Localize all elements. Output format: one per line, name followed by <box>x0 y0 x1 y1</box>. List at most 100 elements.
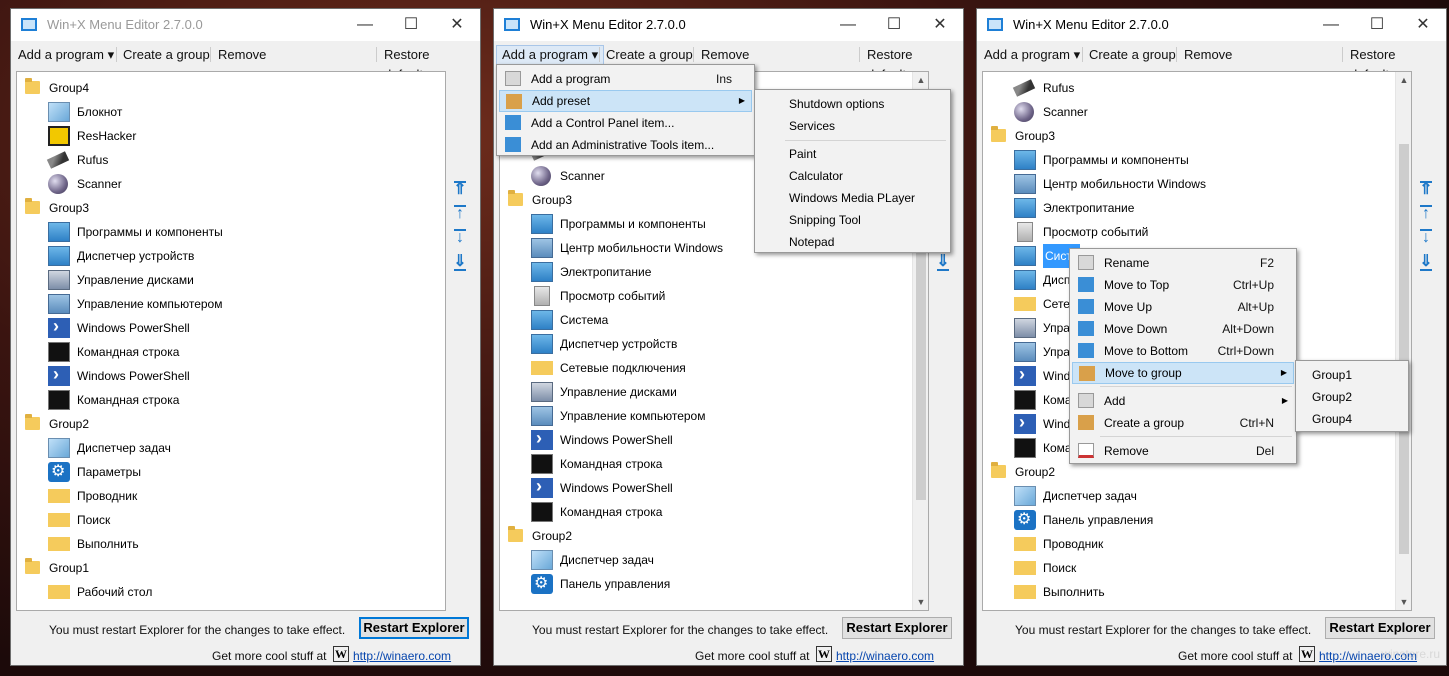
tree-item[interactable]: Диспетчер устройств <box>500 332 910 356</box>
add-program-menu[interactable]: Add a program ▾ <box>13 45 119 65</box>
tree-item[interactable]: Rufus <box>983 76 1393 100</box>
tree-item[interactable]: Сетевые подключения <box>500 356 910 380</box>
preset-item[interactable]: Notepad <box>757 231 948 253</box>
tree-item[interactable]: ResHacker <box>17 124 427 148</box>
create-group-button[interactable]: Create a group <box>1084 45 1181 65</box>
scroll-down-icon[interactable]: ▼ <box>913 594 928 610</box>
maximize-button[interactable]: ☐ <box>1354 9 1400 41</box>
minimize-button[interactable]: — <box>1308 9 1354 41</box>
vertical-scrollbar[interactable]: ▲ ▼ <box>1395 72 1411 610</box>
title-bar[interactable]: Win+X Menu Editor 2.7.0.0 — ☐ ✕ <box>977 9 1446 41</box>
remove-button[interactable]: Remove <box>1179 45 1237 65</box>
tree-item[interactable]: Выполнить <box>983 580 1393 604</box>
move-top-icon[interactable]: ⇑ <box>452 181 468 199</box>
menu-item[interactable]: Add an Administrative Tools item... <box>499 134 752 156</box>
close-button[interactable]: ✕ <box>1400 9 1446 41</box>
maximize-button[interactable]: ☐ <box>871 9 917 41</box>
move-bottom-icon[interactable]: ⇓ <box>1418 253 1434 271</box>
preset-item[interactable]: Services <box>757 115 948 137</box>
tree-item[interactable]: Электропитание <box>500 260 910 284</box>
tree-group[interactable]: Group3 <box>983 124 1393 148</box>
title-bar[interactable]: Win+X Menu Editor 2.7.0.0 — ☐ ✕ <box>11 9 480 41</box>
move-bottom-icon[interactable]: ⇓ <box>452 253 468 271</box>
tree-item[interactable]: Выполнить <box>17 532 427 556</box>
tree-item[interactable]: Windows PowerShell <box>17 362 427 388</box>
tree-group[interactable]: Group1 <box>17 556 427 580</box>
preset-item[interactable]: Shutdown options <box>757 93 948 115</box>
menu-item[interactable]: Remove Del <box>1072 440 1294 462</box>
tree-item[interactable]: Поиск <box>17 508 427 532</box>
restore-defaults-button[interactable]: Restore defaults <box>1345 45 1446 82</box>
add-program-menu[interactable]: Add a program ▾ <box>496 45 605 65</box>
tree-item[interactable]: Командная строка <box>500 500 910 524</box>
preset-item[interactable]: Calculator <box>757 165 948 187</box>
tree-item[interactable]: Электропитание <box>983 196 1393 220</box>
tree-item[interactable]: Проводник <box>17 484 427 508</box>
tree-item[interactable]: Управление компьютером <box>17 292 427 316</box>
remove-button[interactable]: Remove <box>213 45 271 65</box>
group-option[interactable]: Group4 <box>1298 408 1406 430</box>
restart-explorer-button[interactable]: Restart Explorer <box>1325 617 1435 639</box>
tree-item[interactable]: Программы и компоненты <box>17 220 427 244</box>
tree-item[interactable]: Рабочий стол <box>17 580 427 604</box>
tree-item[interactable]: Scanner <box>983 100 1393 124</box>
menu-item[interactable]: Add a Control Panel item... <box>499 112 752 134</box>
move-down-icon[interactable]: ↓ <box>1418 229 1434 247</box>
tree-item[interactable]: Командная строка <box>17 388 427 412</box>
tree-group[interactable]: Group2 <box>17 412 427 436</box>
move-up-icon[interactable]: ↑ <box>452 205 468 223</box>
preset-item[interactable]: Windows Media PLayer <box>757 187 948 209</box>
menu-item[interactable]: Add ▶ <box>1072 390 1294 412</box>
move-bottom-icon[interactable]: ⇓ <box>935 253 951 271</box>
tree-group[interactable]: Group4 <box>17 76 427 100</box>
preset-item[interactable]: Snipping Tool <box>757 209 948 231</box>
tree-view[interactable]: Group4 Блокнот ResHacker Rufus Scanner Group3… <box>16 71 446 611</box>
scroll-thumb[interactable] <box>916 222 926 500</box>
tree-item[interactable]: Управление компьютером <box>500 404 910 428</box>
menu-item[interactable]: Add preset ▶ <box>499 90 752 112</box>
menu-item[interactable]: Move Down Alt+Down <box>1072 318 1294 340</box>
tree-item[interactable]: Программы и компоненты <box>983 148 1393 172</box>
tree-item[interactable]: Windows PowerShell <box>17 314 427 340</box>
tree-group[interactable]: Group3 <box>17 196 427 220</box>
menu-item[interactable]: Add a program Ins <box>499 68 752 90</box>
tree-item[interactable]: Диспетчер устройств <box>17 244 427 268</box>
tree-item[interactable]: Центр мобильности Windows <box>983 172 1393 196</box>
scroll-down-icon[interactable]: ▼ <box>1396 594 1411 610</box>
minimize-button[interactable]: — <box>825 9 871 41</box>
menu-item[interactable]: Create a group Ctrl+N <box>1072 412 1294 434</box>
tree-item[interactable]: Просмотр событий <box>500 284 910 308</box>
close-button[interactable]: ✕ <box>434 9 480 41</box>
tree-item[interactable]: Диспетчер задач <box>500 548 910 572</box>
tree-item[interactable]: Панель управления <box>500 572 910 596</box>
menu-item[interactable]: Move to Top Ctrl+Up <box>1072 274 1294 296</box>
group-option[interactable]: Group1 <box>1298 364 1406 386</box>
tree-item[interactable]: Rufus <box>17 148 427 172</box>
preset-item[interactable]: Paint <box>757 143 948 165</box>
maximize-button[interactable]: ☐ <box>388 9 434 41</box>
restart-explorer-button[interactable]: Restart Explorer <box>359 617 469 639</box>
move-up-icon[interactable]: ↑ <box>1418 205 1434 223</box>
create-group-button[interactable]: Create a group <box>601 45 698 65</box>
tree-item[interactable]: Командная строка <box>17 340 427 364</box>
title-bar[interactable]: Win+X Menu Editor 2.7.0.0 — ☐ ✕ <box>494 9 963 41</box>
tree-item[interactable]: Панель управления <box>983 508 1393 532</box>
tree-group[interactable]: Group2 <box>500 524 910 548</box>
winaero-link[interactable]: http://winaero.com <box>353 649 451 663</box>
menu-item[interactable]: Move to Bottom Ctrl+Down <box>1072 340 1294 362</box>
tree-item[interactable]: Windows PowerShell <box>500 426 910 452</box>
scroll-up-icon[interactable]: ▲ <box>1396 72 1411 88</box>
tree-item[interactable]: Поиск <box>983 556 1393 580</box>
scroll-up-icon[interactable]: ▲ <box>913 72 928 88</box>
menu-item[interactable]: Move Up Alt+Up <box>1072 296 1294 318</box>
tree-item[interactable]: Параметры <box>17 460 427 484</box>
tree-item[interactable]: Блокнот <box>17 100 427 124</box>
create-group-button[interactable]: Create a group <box>118 45 215 65</box>
group-option[interactable]: Group2 <box>1298 386 1406 408</box>
move-top-icon[interactable]: ⇑ <box>1418 181 1434 199</box>
tree-item[interactable]: Управление дисками <box>500 380 910 404</box>
restart-explorer-button[interactable]: Restart Explorer <box>842 617 952 639</box>
tree-item[interactable]: Просмотр событий <box>983 220 1393 244</box>
remove-button[interactable]: Remove <box>696 45 754 65</box>
tree-item[interactable]: Командная строка <box>500 452 910 476</box>
